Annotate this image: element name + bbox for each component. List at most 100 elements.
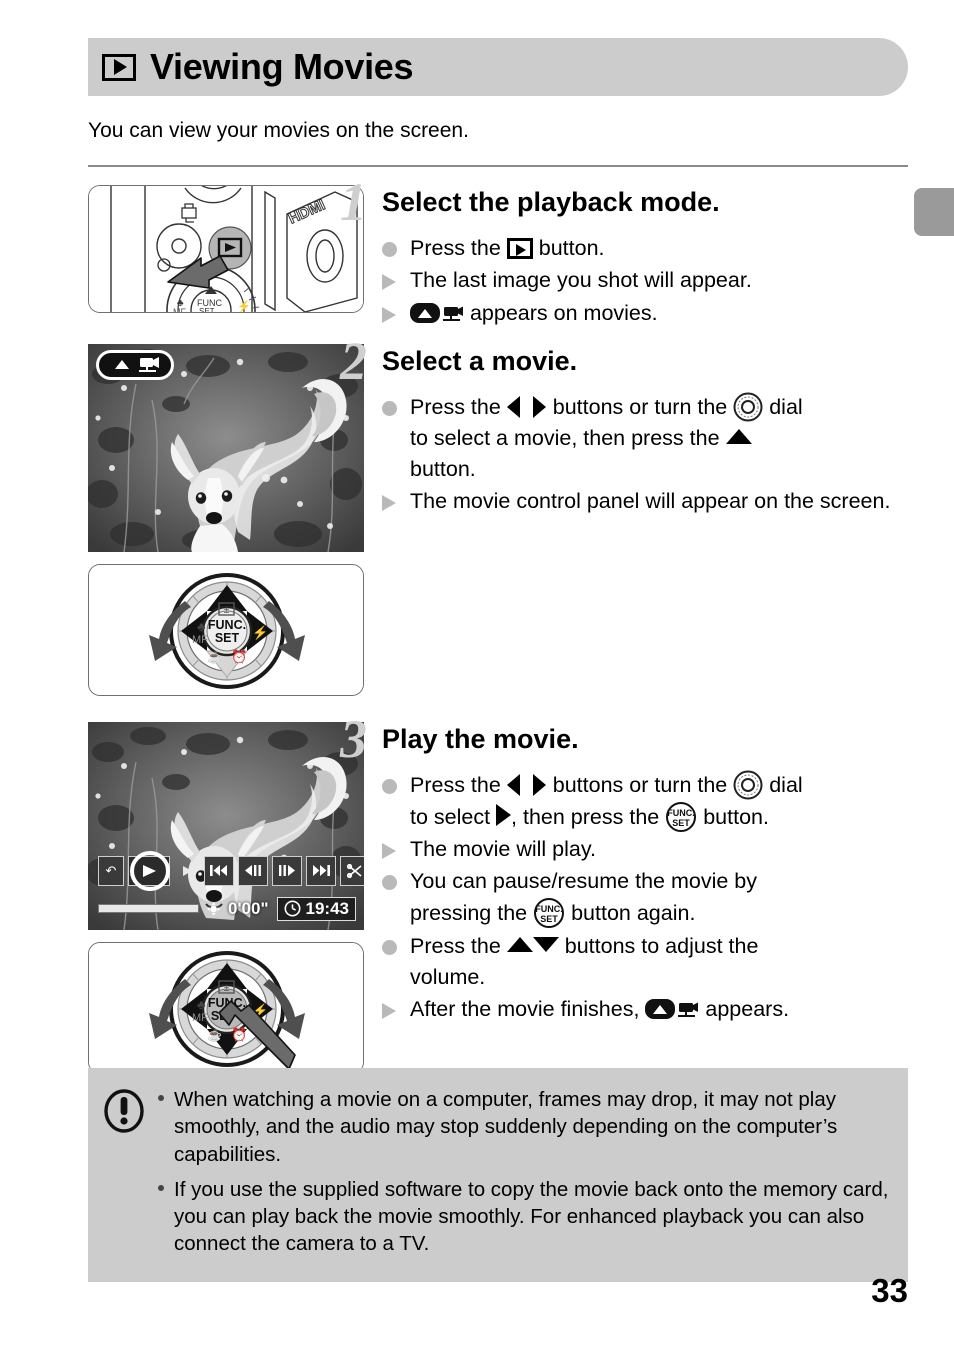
movie-badge-icon (410, 302, 463, 323)
bullet-text: button. (697, 804, 769, 829)
bullet-text: Press the (410, 933, 507, 958)
bullet-text: Press the (410, 236, 507, 261)
dial-icon (733, 770, 763, 800)
step-3-bullet-5: After the movie finishes, appears. (382, 994, 908, 1025)
movie-thumbnail-dog (88, 343, 364, 552)
svg-text:SET: SET (199, 307, 215, 312)
step-3: ↶ 0'00" 19:43 FUNC. ± ♣ MF ⚡ ☕ ⏰ 3 Play … (88, 712, 908, 1086)
svg-text:☕: ☕ (207, 649, 222, 664)
bullet-text: to select a movie, then press the (410, 425, 726, 450)
up-button-icon (725, 428, 752, 444)
bullet-triangle-marker (382, 994, 410, 1019)
bullet-text: You can pause/resume the movie by (410, 869, 758, 894)
svg-text:⚡: ⚡ (237, 300, 251, 312)
figure-movie-thumbnail (88, 343, 364, 552)
bullet-triangle-marker (382, 834, 410, 860)
clock-icon (284, 900, 301, 917)
progress-bar[interactable] (98, 904, 199, 914)
step-3-text: 3 Play the movie. Press the buttons or t… (340, 712, 908, 1026)
bullet-text: appears on movies. (464, 300, 658, 325)
bullet-dot-marker (382, 931, 410, 955)
bullet-text: The last image you shot will appear. (410, 268, 752, 293)
step-2-number: 2 (340, 330, 367, 391)
step-3-bullet-2: The movie will play. (382, 834, 908, 865)
bullet-text: button again. (565, 901, 696, 926)
svg-text:⏰: ⏰ (231, 648, 247, 664)
bullet-triangle-marker (382, 486, 410, 512)
page-title-banner: Viewing Movies (88, 38, 908, 96)
step-2-title: Select a movie. (382, 345, 578, 376)
svg-text:♣: ♣ (197, 619, 206, 634)
bullet-text: volume. (410, 964, 486, 989)
step-3-bullet-4: Press the buttons to adjust the volume. (382, 931, 908, 993)
step-2: FUNC. SET ± ♣ MF ⚡ ☕ ⏰ 2 Select a movie.… (88, 334, 908, 708)
svg-text:±: ± (224, 605, 230, 616)
warning-bullet (158, 1086, 174, 1168)
edit-scissors-button[interactable] (340, 855, 364, 886)
movie-camera-icon (139, 356, 159, 372)
bullet-triangle-marker (382, 265, 410, 291)
warning-text: If you use the supplied software to copy… (174, 1177, 889, 1256)
svg-text:FUNC.: FUNC. (667, 808, 695, 818)
step-3-bullet-1: Press the buttons or turn the dial to se… (382, 770, 908, 833)
frame-back-button[interactable] (238, 855, 268, 886)
step-1-title: Select the playback mode. (382, 187, 720, 218)
warning-item: When watching a movie on a computer, fra… (158, 1086, 892, 1168)
step-2-figures: FUNC. SET ± ♣ MF ⚡ ☕ ⏰ (88, 343, 374, 708)
step-1-figures: FUNC SET ♣ MF ⚡ HDMI (88, 185, 374, 325)
bullet-text: , then press the (511, 804, 666, 829)
bullet-text: dial (763, 394, 803, 419)
skip-forward-button[interactable] (306, 855, 336, 886)
svg-text:FUNC.: FUNC. (208, 618, 246, 632)
skip-back-button[interactable] (204, 855, 234, 886)
bullet-text: appears. (699, 996, 790, 1021)
right-arrow-icon (496, 803, 512, 826)
figure-control-dial-func-set: FUNC. SET ± ♣ MF ⚡ ☕ ⏰ (88, 941, 364, 1074)
movie-playback-screen: ↶ 0'00" 19:43 (88, 721, 364, 930)
left-right-buttons-icon (506, 395, 547, 418)
warning-items: When watching a movie on a computer, fra… (158, 1086, 892, 1266)
bullet-text: buttons or turn the (546, 772, 734, 797)
exclamation-icon (102, 1086, 158, 1266)
control-dial-illustration: FUNC. SET ± ♣ MF ⚡ ☕ ⏰ (149, 572, 305, 689)
step-2-text: 2 Select a movie. Press the buttons or t… (340, 334, 908, 519)
up-button-icon (506, 936, 533, 952)
warning-bullet (158, 1176, 174, 1258)
frame-forward-button[interactable] (272, 855, 302, 886)
page-title: Viewing Movies (150, 46, 414, 87)
bullet-text: After the movie finishes, (410, 996, 646, 1021)
exit-button[interactable]: ↶ (98, 855, 124, 886)
svg-text:⚡: ⚡ (252, 625, 268, 641)
svg-text:SET: SET (540, 914, 558, 924)
control-dial-funcset-illustration: FUNC. SET ± ♣ MF ⚡ ☕ ⏰ (149, 950, 305, 1070)
figure-movie-playback-screen: ↶ 0'00" 19:43 (88, 721, 364, 930)
bullet-text: to select (410, 804, 497, 829)
playback-status-row: 0'00" 19:43 (98, 896, 356, 922)
warning-item: If you use the supplied software to copy… (158, 1176, 892, 1258)
svg-text:FUNC.: FUNC. (535, 904, 563, 914)
chapter-edge-tab (914, 188, 954, 236)
step-1-bullet-3: appears on movies. (382, 298, 908, 329)
svg-text:SET: SET (215, 631, 240, 645)
bullet-text: dial (763, 772, 803, 797)
func-set-icon: FUNC.SET (534, 898, 565, 929)
manual-page: Viewing Movies You can view your movies … (88, 0, 908, 1345)
bullet-text: The movie control panel will appear on t… (410, 489, 891, 514)
warning-text: When watching a movie on a computer, fra… (174, 1088, 838, 1166)
left-right-buttons-icon (506, 773, 547, 796)
svg-text:☕: ☕ (207, 1027, 222, 1042)
step-1-number: 1 (340, 172, 367, 233)
func-set-icon: FUNC.SET (666, 801, 697, 832)
elapsed-time: 0'00" (228, 898, 269, 918)
slow-motion-button[interactable] (174, 856, 200, 886)
bullet-dot-marker (382, 770, 410, 794)
bullet-text: Press the (410, 772, 507, 797)
down-button-icon (532, 936, 559, 952)
playback-icon (102, 53, 136, 81)
bullet-text: button. (532, 236, 605, 261)
svg-text:SET: SET (672, 818, 690, 828)
bullet-text: buttons to adjust the (558, 933, 759, 958)
up-triangle-badge-icon (109, 355, 135, 374)
divider (88, 165, 908, 168)
step-1-bullet-2: The last image you shot will appear. (382, 265, 908, 296)
